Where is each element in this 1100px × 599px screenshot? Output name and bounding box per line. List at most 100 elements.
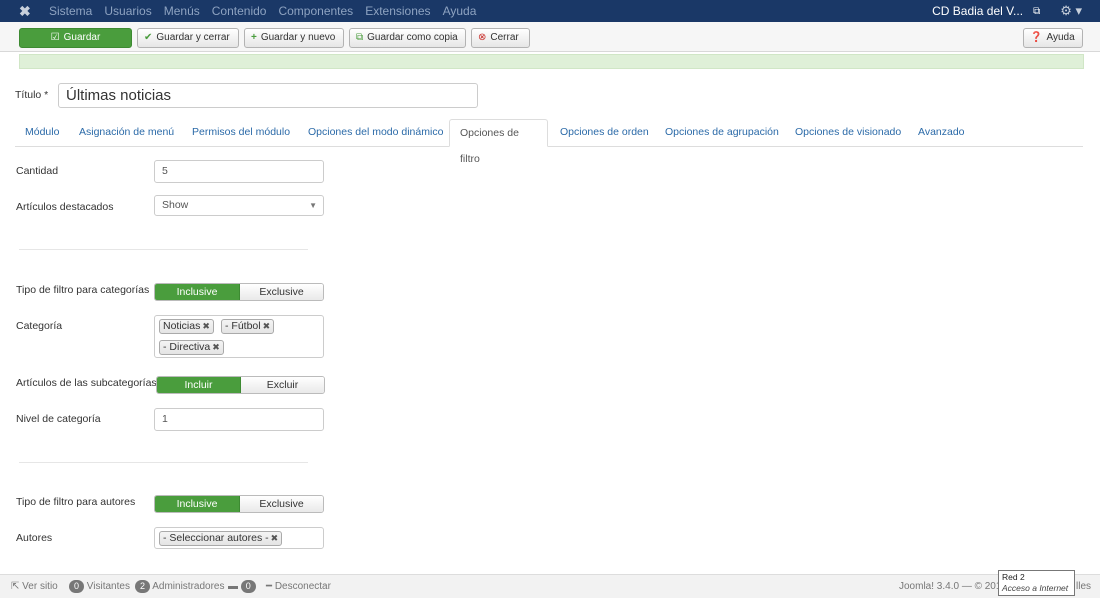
plus-icon: + — [251, 32, 257, 43]
remove-icon[interactable]: ✖ — [271, 533, 279, 543]
chip-directiva: - Directiva ✖ — [159, 340, 224, 355]
chip-futbol: - Fútbol ✖ — [221, 319, 275, 334]
view-site-link[interactable]: ⇱ Ver sitio — [11, 575, 58, 599]
version-text: Joomla! 3.4.0 — © 201 — [899, 581, 1002, 592]
menu-extensiones[interactable]: Extensiones — [365, 0, 430, 22]
tooltip-line1: Red 2 — [1002, 572, 1025, 582]
nivel-categoria-input[interactable]: 1 — [154, 408, 324, 431]
edit-icon: ☑ — [50, 32, 60, 43]
destacados-value: Show — [162, 199, 189, 211]
joomla-logo-icon[interactable]: ✖ — [19, 4, 33, 18]
top-menu: Sistema Usuarios Menús Contenido Compone… — [49, 0, 476, 22]
chip-label: - Directiva — [163, 341, 211, 353]
close-label: Cerrar — [490, 32, 519, 43]
chip-label: - Fútbol — [225, 320, 261, 332]
help-button[interactable]: ❓ Ayuda — [1023, 28, 1083, 48]
tab-modulo[interactable]: Módulo — [25, 119, 59, 147]
tab-opciones-orden[interactable]: Opciones de orden — [560, 119, 649, 147]
tipo-filtro-categorias-label: Tipo de filtro para categorías — [16, 284, 150, 296]
inclusive-option[interactable]: Inclusive — [155, 284, 240, 300]
tipo-filtro-autores-label: Tipo de filtro para autores — [16, 496, 136, 508]
divider — [19, 462, 308, 463]
close-button[interactable]: ⊗ Cerrar — [471, 28, 530, 48]
inclusive-option[interactable]: Inclusive — [155, 496, 240, 512]
remove-icon[interactable]: ✖ — [212, 342, 220, 352]
menu-usuarios[interactable]: Usuarios — [104, 0, 151, 22]
save-close-button[interactable]: ✔ Guardar y cerrar — [137, 28, 239, 48]
tab-opciones-agrupacion[interactable]: Opciones de agrupación — [665, 119, 779, 147]
admins-badge: 2 — [135, 579, 150, 593]
save-label: Guardar — [63, 32, 101, 43]
messages-badge: 0 — [240, 579, 256, 593]
tipo-filtro-categorias-toggle: Inclusive Exclusive — [154, 283, 324, 301]
categoria-label: Categoría — [16, 320, 63, 332]
cancel-icon: ⊗ — [478, 32, 487, 43]
question-icon: ❓ — [1030, 32, 1043, 43]
network-tooltip: Red 2 Acceso a Internet — [998, 570, 1075, 596]
destacados-select[interactable]: Show ▼ — [154, 195, 324, 216]
tipo-filtro-autores-toggle: Inclusive Exclusive — [154, 495, 324, 513]
copy-icon: ⧉ — [356, 32, 364, 43]
save-button[interactable]: ☑ Guardar — [19, 28, 132, 48]
external-link-icon: ⇱ — [11, 581, 20, 592]
exclusive-option[interactable]: Exclusive — [240, 284, 323, 300]
tab-bar: Módulo Asignación de menú Permisos del m… — [15, 119, 1083, 165]
external-link-icon[interactable]: ⧉ — [1033, 6, 1040, 17]
logout-link[interactable]: ━ Desconectar — [266, 575, 331, 599]
chip-label: - Seleccionar autores - — [163, 532, 269, 544]
save-close-label: Guardar y cerrar — [156, 32, 230, 43]
help-label: Ayuda — [1046, 32, 1075, 43]
save-copy-label: Guardar como copia — [367, 32, 458, 43]
menu-ayuda[interactable]: Ayuda — [443, 0, 477, 22]
chip-label: Noticias — [163, 320, 201, 332]
subcategorias-toggle: Incluir Excluir — [156, 376, 325, 394]
divider — [19, 249, 308, 250]
chip-seleccionar-autores: - Seleccionar autores - ✖ — [159, 531, 283, 546]
toolbar: ☑ Guardar ✔ Guardar y cerrar + Guardar y… — [0, 22, 1100, 52]
exclusive-option[interactable]: Exclusive — [240, 496, 323, 512]
tab-permisos[interactable]: Permisos del módulo — [192, 119, 290, 147]
title-label: Título * — [15, 89, 49, 101]
visitors-label: Visitantes — [86, 581, 130, 592]
top-right: CD Badia del V... ⧉ ⚙ ▾ — [932, 0, 1082, 22]
check-icon: ✔ — [144, 32, 153, 43]
admins-status: 2 Administradores — [135, 575, 225, 599]
save-new-button[interactable]: + Guardar y nuevo — [244, 28, 344, 48]
excluir-option[interactable]: Excluir — [241, 377, 324, 393]
autores-label: Autores — [16, 532, 53, 544]
autores-multiselect[interactable]: - Seleccionar autores - ✖ — [154, 527, 324, 549]
gear-icon[interactable]: ⚙ ▾ — [1060, 3, 1082, 19]
nivel-categoria-label: Nivel de categoría — [16, 413, 101, 425]
incluir-option[interactable]: Incluir — [157, 377, 241, 393]
menu-menus[interactable]: Menús — [164, 0, 200, 22]
visitors-badge: 0 — [69, 579, 84, 593]
categoria-multiselect[interactable]: Noticias ✖ - Fútbol ✖ - Directiva ✖ — [154, 315, 324, 358]
minus-icon: ━ — [266, 581, 273, 592]
menu-contenido[interactable]: Contenido — [212, 0, 267, 22]
title-input[interactable]: Últimas noticias — [58, 83, 478, 108]
site-name-link[interactable]: CD Badia del V... — [932, 4, 1023, 18]
cantidad-label: Cantidad — [16, 165, 59, 177]
top-navbar: ✖ Sistema Usuarios Menús Contenido Compo… — [0, 0, 1100, 22]
view-site-label: Ver sitio — [22, 581, 58, 592]
chip-noticias: Noticias ✖ — [159, 319, 214, 334]
menu-componentes[interactable]: Componentes — [278, 0, 353, 22]
remove-icon[interactable]: ✖ — [202, 321, 210, 331]
subcategorias-label: Artículos de las subcategorías — [16, 377, 157, 389]
tab-opciones-visionado[interactable]: Opciones de visionado — [795, 119, 901, 147]
messages-status[interactable]: ▬ 0 — [228, 575, 256, 599]
chevron-down-icon: ▼ — [309, 201, 317, 210]
copyright-trailing: lles — [1076, 581, 1092, 592]
cantidad-input[interactable]: 5 — [154, 160, 324, 183]
tab-avanzado[interactable]: Avanzado — [918, 119, 965, 147]
remove-icon[interactable]: ✖ — [263, 321, 271, 331]
envelope-icon: ▬ — [228, 581, 238, 592]
admins-label: Administradores — [152, 581, 225, 592]
tab-opciones-filtro[interactable]: Opciones de filtro — [449, 119, 548, 165]
tab-modo-dinamico[interactable]: Opciones del modo dinámico — [308, 119, 443, 147]
save-copy-button[interactable]: ⧉ Guardar como copia — [349, 28, 466, 48]
status-bar: ⇱ Ver sitio 0 Visitantes 2 Administrador… — [0, 574, 1100, 598]
tab-asignacion-menu[interactable]: Asignación de menú — [79, 119, 174, 147]
menu-sistema[interactable]: Sistema — [49, 0, 92, 22]
save-new-label: Guardar y nuevo — [260, 32, 336, 43]
